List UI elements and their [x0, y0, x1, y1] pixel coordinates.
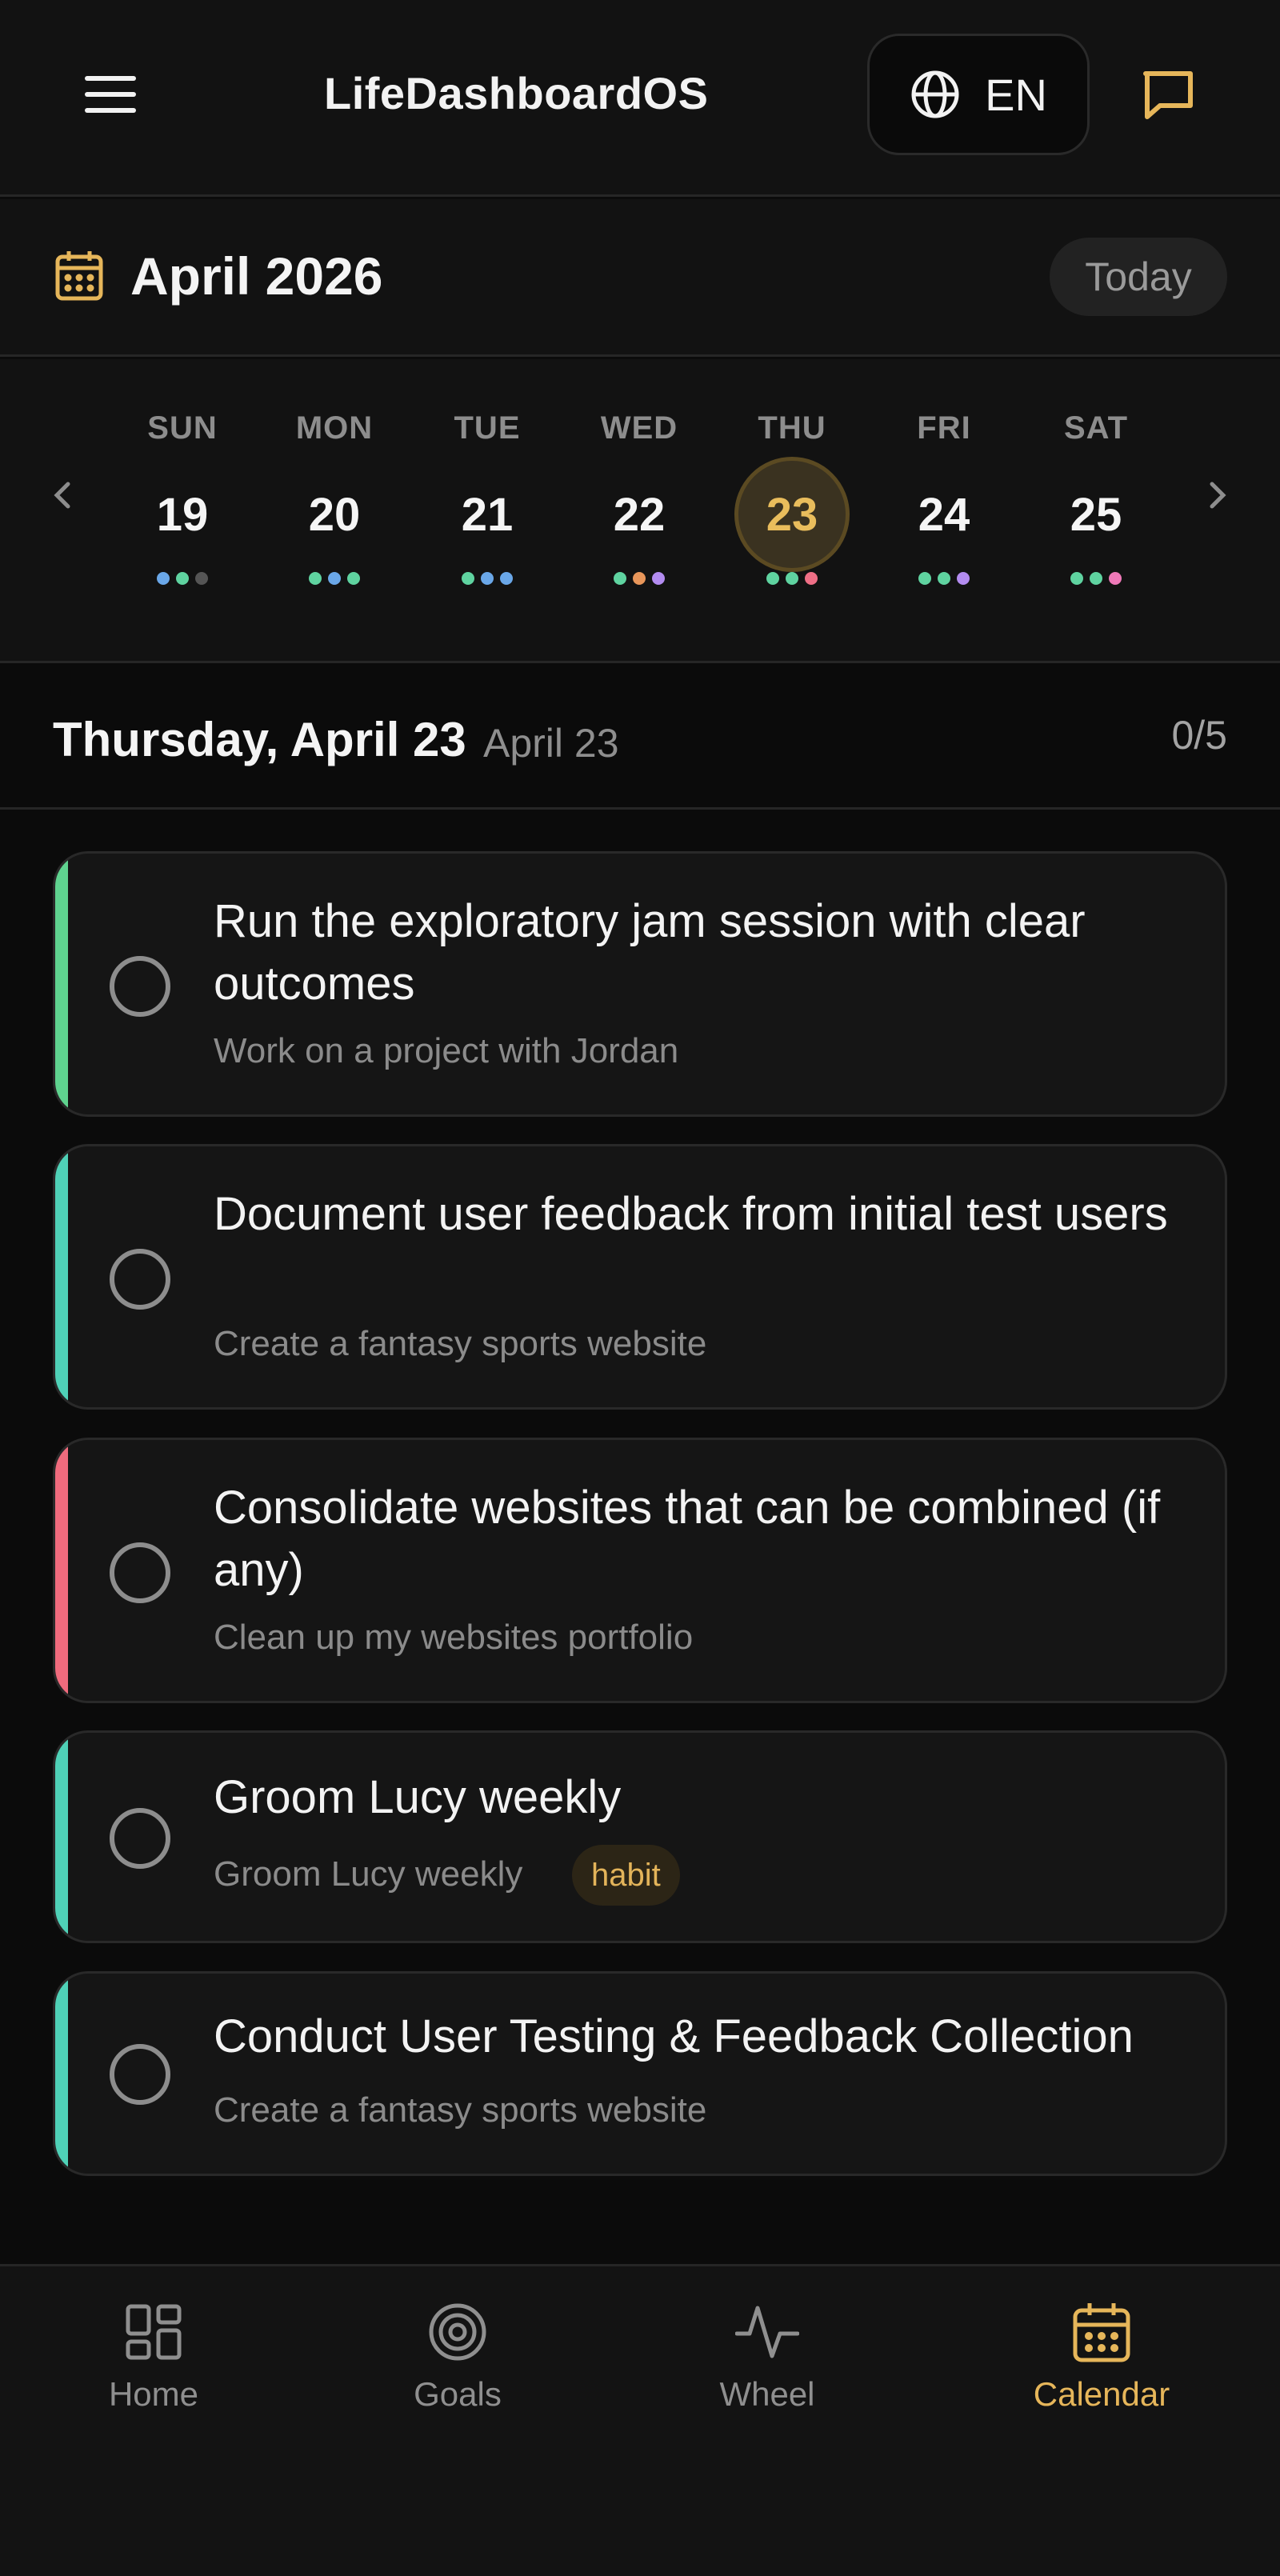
day-name: TUE — [454, 410, 521, 446]
day-activity-dots — [118, 572, 246, 585]
day-cell-mon[interactable]: MON 20 — [270, 359, 398, 623]
language-button[interactable]: EN — [867, 34, 1090, 155]
target-icon — [424, 2298, 491, 2366]
day-number: 24 — [918, 488, 970, 541]
task-card[interactable]: Run the exploratory jam session with cle… — [53, 851, 1227, 1117]
task-subtitle: Create a fantasy sports website — [214, 2090, 707, 2130]
nav-wheel[interactable]: Wheel — [663, 2298, 871, 2442]
task-subtitle: Clean up my websites portfolio — [214, 1618, 694, 1657]
nav-home[interactable]: Home — [50, 2298, 258, 2442]
task-progress-count: 0/5 — [1171, 713, 1227, 758]
app-title: LifeDashboardOS — [324, 68, 709, 118]
calendar-month-icon — [54, 249, 104, 306]
day-name: SUN — [147, 410, 218, 446]
menu-button[interactable] — [77, 66, 144, 123]
day-number: 25 — [1070, 488, 1122, 541]
task-card[interactable]: Conduct User Testing & Feedback Collecti… — [53, 1971, 1227, 2176]
day-number: 22 — [613, 488, 666, 541]
nav-label: Goals — [414, 2375, 502, 2413]
day-activity-dots — [270, 572, 398, 585]
month-bar: April 2026 Today — [0, 199, 1280, 357]
day-name: SAT — [1063, 410, 1129, 446]
home-grid-icon — [120, 2298, 187, 2366]
selected-day-title: Thursday, April 23 — [53, 713, 466, 766]
nav-label: Calendar — [1033, 2375, 1170, 2413]
day-cell-wed[interactable]: WED 22 — [575, 359, 703, 623]
day-activity-dots — [880, 572, 1008, 585]
day-activity-dots — [1032, 572, 1160, 585]
month-title: April 2026 — [130, 246, 383, 306]
nav-label: Home — [108, 2375, 199, 2413]
task-subtitle: Work on a project with Jordan — [214, 1031, 679, 1070]
nav-label: Wheel — [719, 2375, 815, 2413]
day-number-selected: 23 — [734, 457, 850, 572]
task-checkbox[interactable] — [110, 956, 170, 1017]
selected-day-header: Thursday, April 23 April 23 0/5 — [0, 666, 1280, 810]
chevron-left-icon — [54, 482, 70, 509]
nav-calendar[interactable]: Calendar — [998, 2298, 1206, 2442]
selected-day-subtitle: April 23 — [483, 721, 619, 766]
task-checkbox[interactable] — [110, 1542, 170, 1603]
task-card[interactable]: Consolidate websites that can be combine… — [53, 1438, 1227, 1703]
day-cell-tue[interactable]: TUE 21 — [423, 359, 551, 623]
task-category-stripe — [55, 1440, 68, 1701]
bottom-navigation: Home Goals Wheel Calendar — [0, 2264, 1280, 2576]
top-header: LifeDashboardOS EN — [0, 0, 1280, 197]
day-number: 19 — [156, 488, 209, 541]
task-subtitle: Create a fantasy sports website — [214, 1324, 707, 1363]
day-name: MON — [295, 410, 374, 446]
task-category-stripe — [55, 1733, 68, 1941]
task-checkbox[interactable] — [110, 1808, 170, 1869]
task-title: Groom Lucy weekly — [214, 1771, 622, 1823]
day-name: FRI — [917, 410, 971, 446]
task-card[interactable]: Document user feedback from initial test… — [53, 1144, 1227, 1410]
task-category-stripe — [55, 1974, 68, 2174]
globe-icon — [911, 70, 959, 118]
day-activity-dots — [728, 572, 856, 585]
language-label: EN — [985, 69, 1047, 120]
day-cell-sun[interactable]: SUN 19 — [118, 359, 246, 623]
task-subtitle: Groom Lucy weekly — [214, 1854, 523, 1894]
task-checkbox[interactable] — [110, 1249, 170, 1310]
activity-wave-icon — [734, 2298, 801, 2366]
task-category-stripe — [55, 854, 68, 1114]
day-number: 21 — [461, 488, 514, 541]
calendar-icon — [1068, 2298, 1135, 2366]
chevron-right-icon — [1210, 482, 1226, 509]
week-strip: SUN 19 MON 20 TUE 21 WED 22 THU 23 FRI 2… — [0, 359, 1280, 663]
task-category-stripe — [55, 1146, 68, 1407]
day-name: THU — [758, 410, 826, 446]
task-title: Run the exploratory jam session with cle… — [214, 895, 1086, 1010]
day-activity-dots — [575, 572, 703, 585]
day-name: WED — [600, 410, 678, 446]
previous-week-button[interactable] — [38, 471, 86, 519]
habit-badge: habit — [572, 1845, 680, 1906]
nav-goals[interactable]: Goals — [354, 2298, 562, 2442]
day-number: 20 — [308, 488, 361, 541]
day-cell-thu[interactable]: THU 23 — [728, 359, 856, 623]
day-cell-sat[interactable]: SAT 25 — [1032, 359, 1160, 623]
task-checkbox[interactable] — [110, 2044, 170, 2105]
task-title: Consolidate websites that can be combine… — [214, 1482, 1161, 1596]
today-button[interactable]: Today — [1050, 238, 1227, 316]
next-week-button[interactable] — [1194, 471, 1242, 519]
day-activity-dots — [423, 572, 551, 585]
hamburger-menu-icon — [85, 76, 136, 113]
chat-bubble-icon — [1143, 71, 1193, 119]
day-cell-fri[interactable]: FRI 24 — [880, 359, 1008, 623]
task-title: Conduct User Testing & Feedback Collecti… — [214, 2010, 1134, 2062]
chat-button[interactable] — [1134, 62, 1202, 130]
task-title: Document user feedback from initial test… — [214, 1188, 1168, 1240]
task-card[interactable]: Groom Lucy weekly Groom Lucy weekly habi… — [53, 1730, 1227, 1943]
